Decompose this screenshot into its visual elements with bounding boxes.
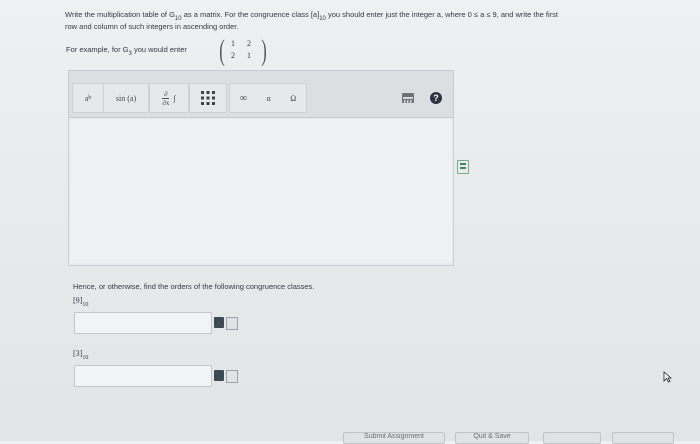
example-matrix: ( ) 1 2 2 1 bbox=[219, 34, 267, 67]
matrix-cell: 1 bbox=[247, 51, 251, 60]
help-icon: ? bbox=[433, 93, 439, 103]
answer-field-2[interactable] bbox=[74, 365, 212, 387]
class-label-1: [9]10 bbox=[73, 296, 89, 308]
omega-button[interactable]: Ω bbox=[290, 94, 296, 103]
preview-icon-2[interactable] bbox=[214, 370, 224, 381]
matrix-cell: 2 bbox=[247, 39, 251, 48]
submit-assignment-button[interactable]: Submit Assignment bbox=[343, 432, 445, 444]
preview-icon[interactable] bbox=[457, 160, 469, 174]
math-toolbar: ab sin (a) ∂ ∂x ∫ ∞ α Ω ? bbox=[69, 71, 453, 118]
matrix-cell: 2 bbox=[231, 51, 235, 60]
part2-intro: Hence, or otherwise, find the orders of … bbox=[73, 282, 315, 291]
class-label-2: [3]10 bbox=[73, 349, 89, 361]
keyboard-button[interactable] bbox=[402, 93, 414, 105]
derivative-button[interactable]: ∂ ∂x ∫ bbox=[149, 83, 189, 113]
matrix-button[interactable] bbox=[189, 83, 227, 113]
answer-field-1[interactable] bbox=[74, 312, 212, 334]
help-icon-1[interactable] bbox=[226, 317, 238, 330]
example-text: For example, for G3 you would enter bbox=[66, 45, 187, 57]
footer-button-4[interactable] bbox=[612, 432, 674, 444]
symbols-group: ∞ α Ω bbox=[229, 83, 307, 113]
math-editor[interactable]: ab sin (a) ∂ ∂x ∫ ∞ α Ω ? bbox=[68, 70, 454, 266]
mouse-cursor-icon bbox=[663, 371, 672, 383]
help-button[interactable]: ? bbox=[430, 92, 442, 104]
preview-icon-1[interactable] bbox=[214, 317, 224, 328]
help-icon-2[interactable] bbox=[226, 370, 238, 383]
matrix-cell: 1 bbox=[231, 39, 235, 48]
alpha-button[interactable]: α bbox=[266, 94, 270, 103]
power-button[interactable]: ab bbox=[72, 83, 104, 113]
question-line-2: row and column of such integers in ascen… bbox=[65, 22, 239, 31]
keyboard-icon bbox=[403, 97, 413, 105]
quit-save-button[interactable]: Quit & Save bbox=[455, 432, 529, 444]
footer-button-3[interactable] bbox=[543, 432, 601, 444]
matrix-grid-icon bbox=[201, 91, 215, 105]
sin-button[interactable]: sin (a) bbox=[103, 83, 149, 113]
math-input-area[interactable] bbox=[70, 119, 452, 263]
infinity-button[interactable]: ∞ bbox=[240, 93, 247, 104]
